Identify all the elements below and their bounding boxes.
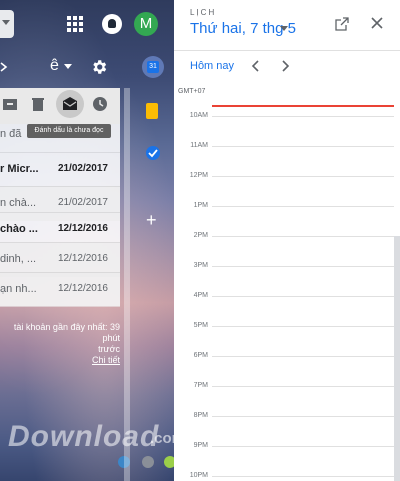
email-date: 12/12/2016 <box>57 223 108 234</box>
email-row[interactable]: r Micr... 21/02/2017 <box>0 152 120 187</box>
last-activity-footer: tài khoản gần đây nhất: 39 phút trước Ch… <box>0 322 120 366</box>
hour-row: 3PM <box>174 262 400 269</box>
hour-gridline <box>212 356 394 357</box>
hour-row: 11AM <box>174 142 400 149</box>
chevron-down-icon <box>2 20 10 25</box>
side-panel-strip: 31 + <box>130 48 174 481</box>
hour-row: 6PM <box>174 352 400 359</box>
panel-label: LỊCH <box>190 8 217 17</box>
hour-gridline <box>212 296 394 297</box>
email-list-panel: Đánh dấu là chưa đọc n đã r Micr... 21/0… <box>0 88 120 307</box>
chevron-down-icon[interactable] <box>64 64 72 69</box>
hour-label: 6PM <box>193 352 208 359</box>
hour-gridline <box>212 116 394 117</box>
email-actions-toolbar <box>0 88 120 124</box>
hour-label: 11AM <box>190 142 208 149</box>
hour-label: 7PM <box>193 382 208 389</box>
tooltip: Đánh dấu là chưa đọc <box>27 124 111 138</box>
hour-row: 4PM <box>174 292 400 299</box>
hour-row: 10AM <box>174 112 400 119</box>
hour-gridline <box>212 386 394 387</box>
email-date: 12/12/2016 <box>57 283 108 294</box>
email-date: 21/02/2017 <box>57 163 108 174</box>
hour-gridline <box>212 236 394 237</box>
header-divider <box>174 50 400 51</box>
hour-row: 9PM <box>174 442 400 449</box>
partial-label: n đã <box>0 128 22 140</box>
hour-row: 5PM <box>174 322 400 329</box>
hour-gridline <box>212 176 394 177</box>
email-sender: r Micr... <box>0 163 39 175</box>
hour-gridline <box>212 206 394 207</box>
chevron-right-icon[interactable] <box>0 62 8 72</box>
hour-row: 1PM <box>174 202 400 209</box>
hour-row: 2PM <box>174 232 400 239</box>
mark-unread-icon[interactable] <box>62 96 78 112</box>
today-button[interactable]: Hôm nay <box>174 57 250 77</box>
chevron-right-icon[interactable] <box>282 60 290 72</box>
search-dropdown-chip[interactable] <box>0 10 14 38</box>
gear-icon[interactable] <box>90 58 108 76</box>
email-row[interactable]: ạn nh... 12/12/2016 <box>0 272 120 307</box>
snooze-clock-icon[interactable] <box>92 96 108 112</box>
last-activity-text: tài khoản gần đây nhất: 39 phút <box>13 322 120 343</box>
trash-icon[interactable] <box>30 96 46 112</box>
tasks-icon[interactable] <box>146 146 160 160</box>
hour-label: 8PM <box>193 412 208 419</box>
email-sender: n chà... <box>0 197 37 209</box>
email-date: 21/02/2017 <box>57 197 108 208</box>
hour-label: 3PM <box>193 262 208 269</box>
close-icon[interactable] <box>370 16 384 30</box>
current-time-indicator <box>212 105 394 107</box>
hour-gridline <box>212 476 394 477</box>
calendar-app-button[interactable]: 31 <box>142 56 164 78</box>
hour-label: 10PM <box>189 472 208 479</box>
archive-icon[interactable] <box>2 96 18 112</box>
hour-gridline <box>212 266 394 267</box>
calendar-icon: 31 <box>147 61 159 73</box>
email-sender: dinh, ... <box>0 253 37 265</box>
hour-gridline <box>212 446 394 447</box>
open-in-new-icon[interactable] <box>335 17 349 31</box>
hour-row: 8PM <box>174 412 400 419</box>
last-activity-text-2: trước <box>98 344 120 354</box>
hour-label: 9PM <box>193 442 208 449</box>
details-link[interactable]: Chi tiết <box>0 355 120 366</box>
google-apps-icon[interactable] <box>66 15 84 33</box>
account-avatar[interactable]: M <box>134 12 158 36</box>
keep-icon[interactable] <box>146 103 158 119</box>
gmail-top-bar: M <box>0 0 174 48</box>
chevron-left-icon[interactable] <box>251 60 259 72</box>
hour-label: 1PM <box>193 202 208 209</box>
chevron-down-icon[interactable] <box>280 26 288 31</box>
today-label: Hôm nay <box>190 60 235 72</box>
hour-label: 5PM <box>193 322 208 329</box>
calendar-panel: LỊCH Thứ hai, 7 thg 5 Hôm nay GMT+07 10A… <box>174 0 400 481</box>
notifications-icon[interactable] <box>102 14 122 34</box>
hour-row: 7PM <box>174 382 400 389</box>
add-addon-button[interactable]: + <box>146 210 157 231</box>
input-tools-button[interactable]: ê <box>50 57 59 75</box>
calendar-scrollbar[interactable] <box>394 236 400 481</box>
hour-label: 12PM <box>189 172 208 179</box>
hour-row: 10PM <box>174 472 400 479</box>
hour-row: 12PM <box>174 172 400 179</box>
email-sender: chào ... <box>0 223 38 235</box>
hour-gridline <box>212 416 394 417</box>
hour-label: 2PM <box>193 232 208 239</box>
hour-gridline <box>212 326 394 327</box>
day-time-grid[interactable]: 10AM 11AM 12PM 1PM 2PM 3PM 4PM 5PM 6PM 7… <box>174 96 400 481</box>
timezone-label: GMT+07 <box>178 88 206 95</box>
email-date: 12/12/2016 <box>57 253 108 264</box>
hour-gridline <box>212 146 394 147</box>
email-sender: ạn nh... <box>0 283 37 295</box>
hour-label: 4PM <box>193 292 208 299</box>
hour-label: 10AM <box>189 112 208 119</box>
